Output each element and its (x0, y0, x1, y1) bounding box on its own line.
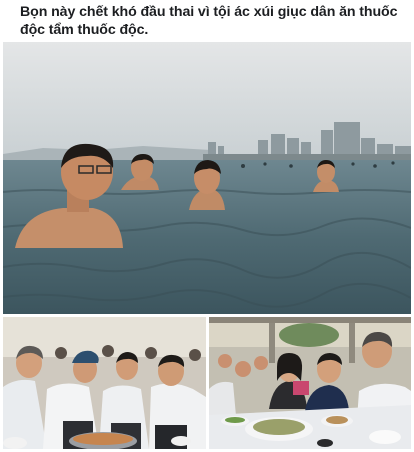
seafood-eating-crowd-photo (3, 317, 206, 449)
beach-swimmers-photo (3, 42, 411, 314)
photo-seafood-crowd[interactable] (3, 317, 206, 449)
post-caption: Bọn này chết khó đầu thai vì tội ác xúi … (20, 4, 398, 38)
banquet-table-photo (209, 317, 411, 449)
photo-banquet-table[interactable] (209, 317, 411, 449)
social-post: Bọn này chết khó đầu thai vì tội ác xúi … (0, 0, 414, 452)
photo-beach-swimmers[interactable] (3, 42, 411, 314)
